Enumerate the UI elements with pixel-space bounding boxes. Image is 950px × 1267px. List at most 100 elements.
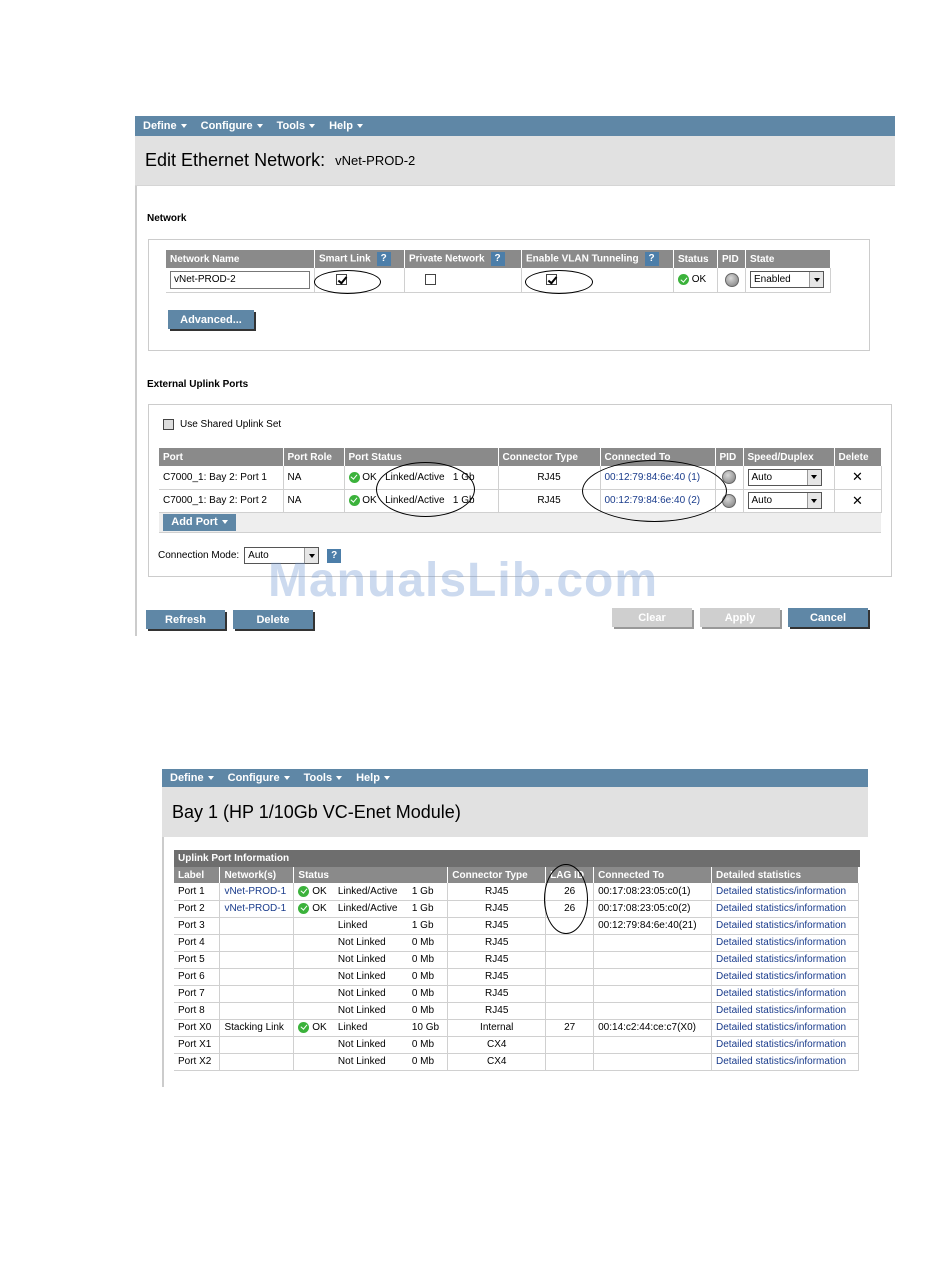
lag-id (545, 968, 595, 986)
port-speed: 1 Gb (407, 917, 449, 935)
connector-type: RJ45 (447, 985, 547, 1003)
menu-tools[interactable]: Tools (304, 772, 343, 784)
port-network (219, 968, 295, 986)
detailed-statistics-link[interactable]: Detailed statistics/information (711, 917, 859, 935)
col-port-status: Port Status (344, 448, 499, 466)
page-title-network-name: vNet-PROD-2 (335, 153, 416, 168)
port-speed: 1 Gb (407, 883, 449, 901)
chevron-down-icon (309, 124, 316, 128)
connector-type: RJ45 (447, 968, 547, 986)
lag-id: 26 (545, 900, 595, 918)
port-status: OK Linked/Active 1 Gb (344, 466, 499, 490)
connected-to-link[interactable]: 00:12:79:84:6e:40 (2) (600, 489, 716, 513)
port-status-ok (293, 1053, 334, 1071)
help-icon[interactable]: ? (644, 252, 659, 266)
port-speed: 0 Mb (407, 934, 449, 952)
delete-icon[interactable]: ✕ (834, 466, 882, 490)
port-name: C7000_1: Bay 2: Port 2 (159, 489, 284, 513)
table-row: Port 3 Linked 1 Gb RJ45 00:12:79:84:6e:40(21… (174, 917, 859, 935)
menu-define[interactable]: Define (170, 772, 214, 784)
lag-id (545, 1053, 595, 1071)
chevron-down-icon (207, 776, 214, 780)
port-status: Not Linked (333, 1002, 408, 1020)
refresh-button[interactable]: Refresh (146, 610, 225, 629)
port-network (219, 917, 295, 935)
port-status-ok (293, 934, 334, 952)
port-label: Port X1 (174, 1036, 221, 1054)
connected-to (593, 985, 713, 1003)
table-row: Port X2 Not Linked 0 Mb CX4 Detailed statist… (174, 1053, 859, 1071)
port-network[interactable]: vNet-PROD-1 (219, 900, 295, 918)
connector-type: CX4 (447, 1036, 547, 1054)
detailed-statistics-link[interactable]: Detailed statistics/information (711, 1002, 859, 1020)
menu-help[interactable]: Help (356, 772, 390, 784)
private-network-checkbox[interactable] (425, 274, 436, 286)
use-shared-uplink-checkbox[interactable] (163, 419, 174, 430)
delete-icon[interactable]: ✕ (834, 489, 882, 513)
network-table: Network Name Smart Link? Private Network… (166, 250, 831, 293)
smart-link-checkbox[interactable] (336, 274, 347, 286)
menu-tools[interactable]: Tools (277, 120, 316, 132)
use-shared-uplink-label: Use Shared Uplink Set (180, 419, 282, 430)
network-name-input[interactable]: vNet-PROD-2 (170, 270, 310, 289)
network-status: OK (691, 274, 707, 286)
port-label: Port 8 (174, 1002, 221, 1020)
table-row: Port 6 Not Linked 0 Mb RJ45 Detailed statist… (174, 968, 859, 986)
port-role: NA (283, 466, 345, 490)
port-status: Not Linked (333, 985, 408, 1003)
port-speed: 1 Gb (407, 900, 449, 918)
lag-id (545, 934, 595, 952)
ok-icon (348, 471, 360, 483)
help-icon[interactable]: ? (490, 252, 505, 266)
speed-duplex-select[interactable]: Auto (747, 468, 822, 486)
port-network: Stacking Link (219, 1019, 295, 1037)
detailed-statistics-link[interactable]: Detailed statistics/information (711, 883, 859, 901)
vlan-tunneling-checkbox[interactable] (546, 274, 557, 286)
detailed-statistics-link[interactable]: Detailed statistics/information (711, 1019, 859, 1037)
chevron-down-icon (180, 124, 187, 128)
pid-icon[interactable] (724, 272, 739, 287)
port-network (219, 1002, 295, 1020)
port-network[interactable]: vNet-PROD-1 (219, 883, 295, 901)
connected-to: 00:17:08:23:05:c0(1) (593, 883, 713, 901)
delete-button[interactable]: Delete (233, 610, 313, 629)
detailed-statistics-link[interactable]: Detailed statistics/information (711, 985, 859, 1003)
state-select[interactable]: Enabled (750, 271, 824, 289)
menu-configure[interactable]: Configure (201, 120, 263, 132)
pid-icon[interactable] (722, 470, 736, 485)
port-label: Port 4 (174, 934, 221, 952)
menu-configure[interactable]: Configure (228, 772, 290, 784)
port-label: Port 5 (174, 951, 221, 969)
connector-type: RJ45 (498, 466, 601, 490)
port-status: Not Linked (333, 951, 408, 969)
detailed-statistics-link[interactable]: Detailed statistics/information (711, 900, 859, 918)
port-network (219, 1036, 295, 1054)
advanced-button[interactable]: Advanced... (168, 310, 254, 329)
cancel-button[interactable]: Cancel (788, 608, 868, 627)
connector-type: RJ45 (447, 917, 547, 935)
connector-type: CX4 (447, 1053, 547, 1071)
menu-bar: Define Configure Tools Help (162, 769, 868, 787)
lag-id (545, 1002, 595, 1020)
detailed-statistics-link[interactable]: Detailed statistics/information (711, 1036, 859, 1054)
detailed-statistics-link[interactable]: Detailed statistics/information (711, 934, 859, 952)
chevron-down-icon (356, 124, 363, 128)
connected-to-link[interactable]: 00:12:79:84:6e:40 (1) (600, 466, 716, 490)
menu-help[interactable]: Help (329, 120, 363, 132)
speed-duplex-select[interactable]: Auto (747, 492, 822, 509)
detailed-statistics-link[interactable]: Detailed statistics/information (711, 951, 859, 969)
add-port-button[interactable]: Add Port (163, 513, 236, 531)
table-row: Port X1 Not Linked 0 Mb CX4 Detailed statist… (174, 1036, 859, 1054)
clear-button[interactable]: Clear (612, 608, 692, 627)
menu-define[interactable]: Define (143, 120, 187, 132)
detailed-statistics-link[interactable]: Detailed statistics/information (711, 1053, 859, 1071)
connection-mode-label: Connection Mode: (158, 550, 240, 561)
port-network (219, 934, 295, 952)
pid-icon[interactable] (722, 493, 736, 508)
col-vlan-tunneling: Enable VLAN Tunneling? (521, 250, 674, 268)
detailed-statistics-link[interactable]: Detailed statistics/information (711, 968, 859, 986)
page-title: Bay 1 (HP 1/10Gb VC-Enet Module) (172, 801, 461, 822)
help-icon[interactable]: ? (376, 252, 391, 266)
port-speed: 10 Gb (407, 1019, 449, 1037)
apply-button[interactable]: Apply (700, 608, 780, 627)
